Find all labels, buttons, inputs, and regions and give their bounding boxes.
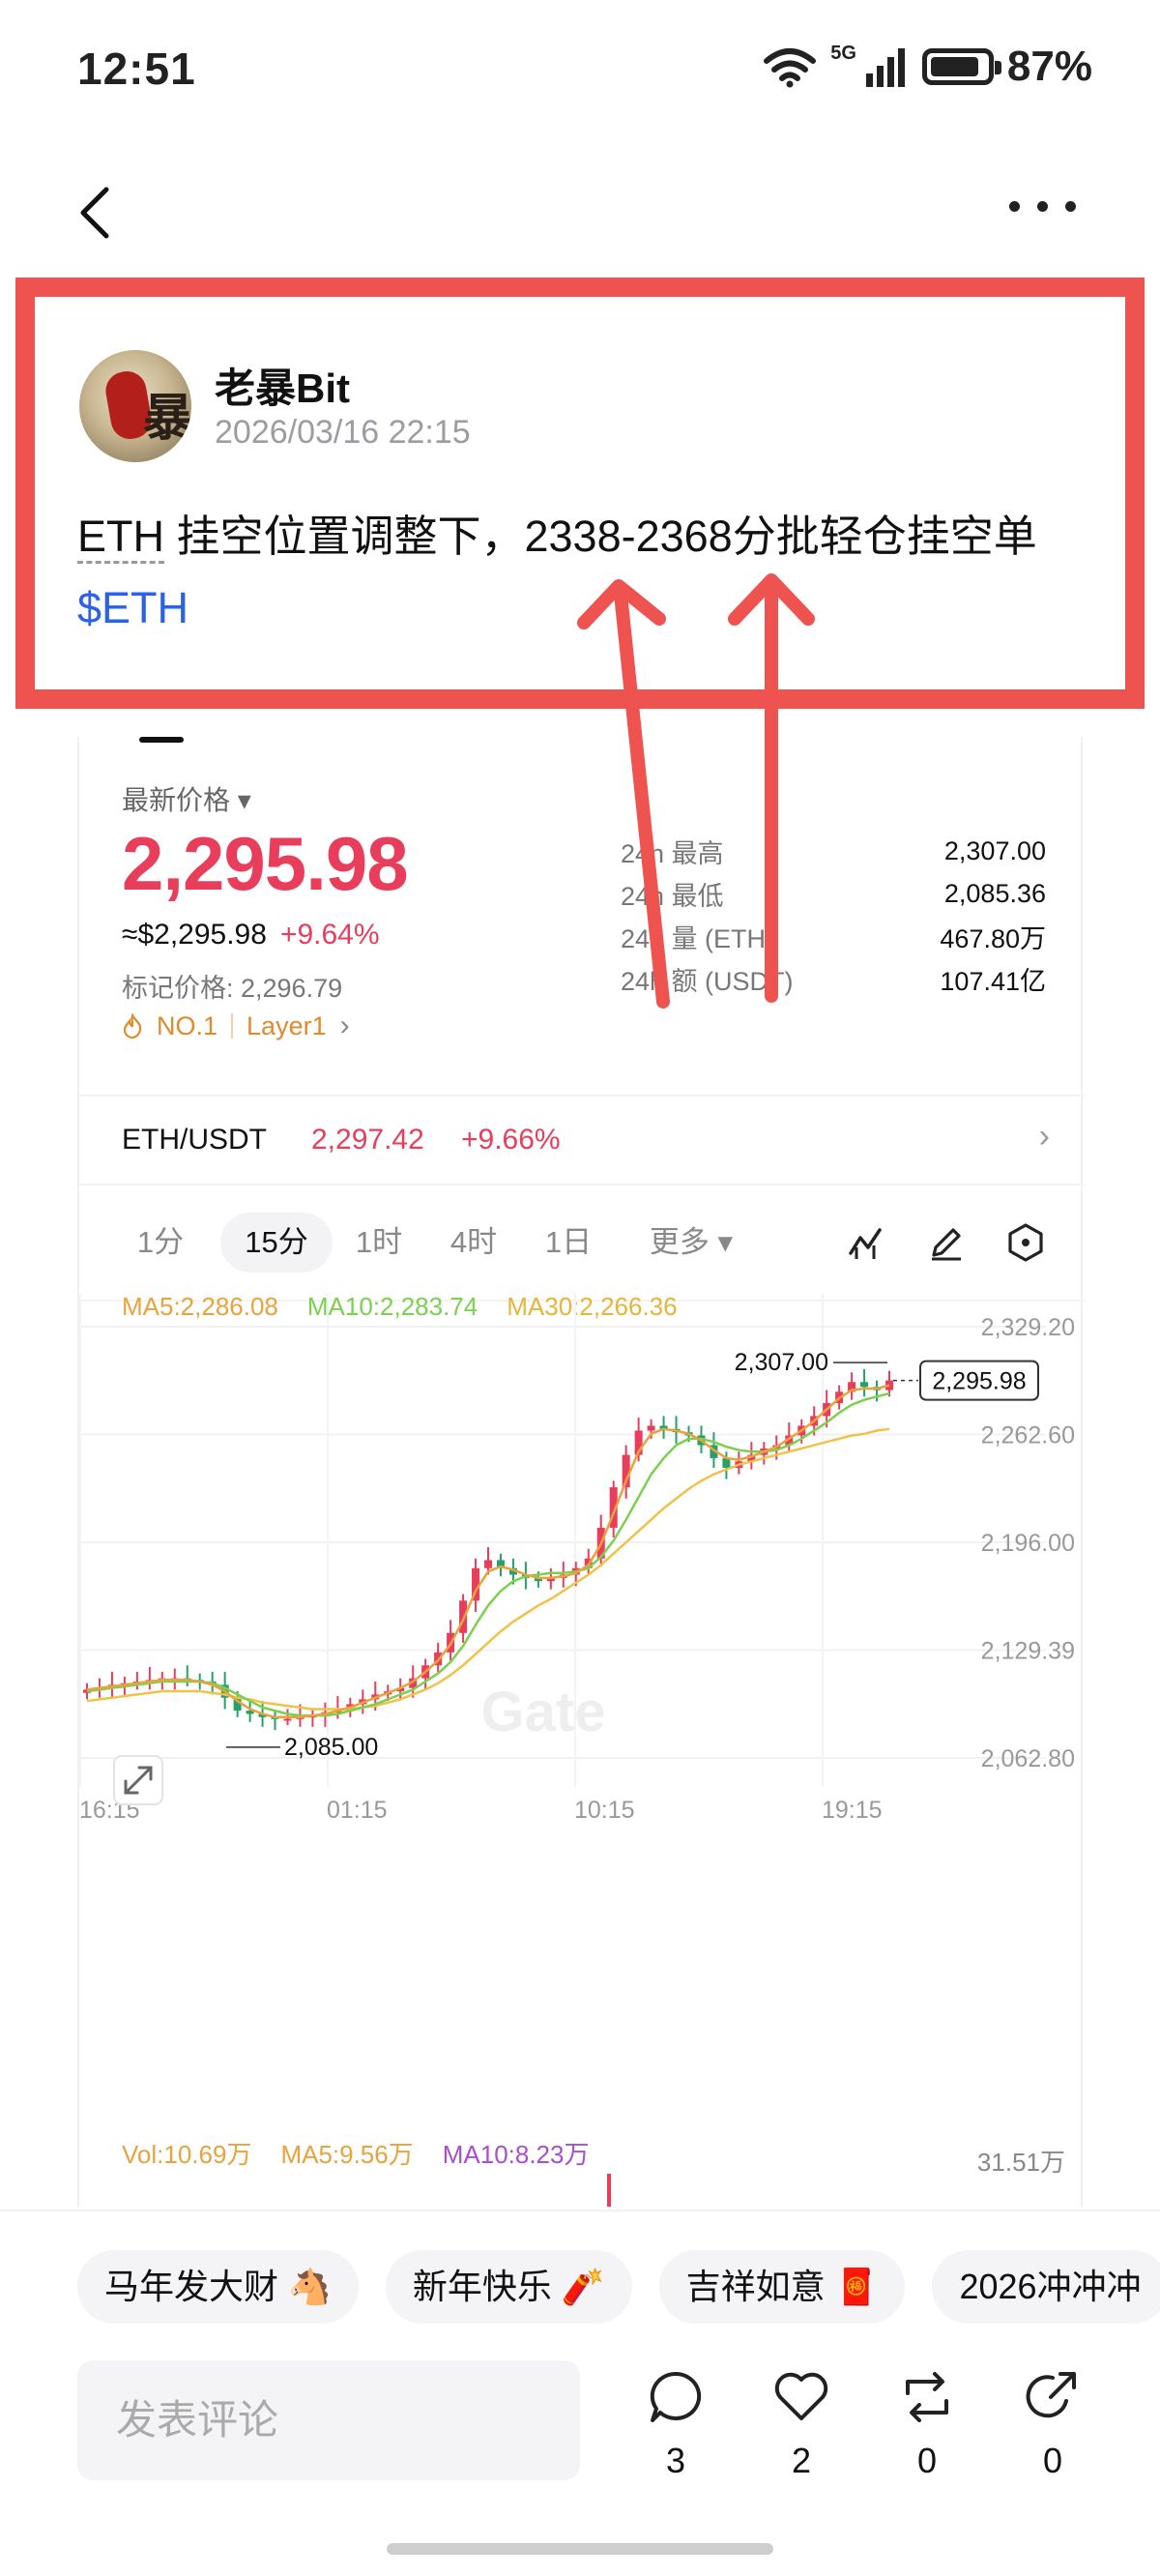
post-text: ETH 挂空位置调整下，2338-2368分批轻仓挂空单 $ETH [77, 501, 1121, 644]
pair-change: +9.66% [461, 1124, 561, 1156]
heart-icon [774, 2372, 828, 2420]
more-options-icon[interactable] [1009, 197, 1077, 217]
usd-price-line: ≈$2,295.98 +9.64% [122, 919, 380, 951]
battery-percent: 87% [1006, 43, 1092, 90]
mark-price: 标记价格: 2,296.79 [122, 974, 343, 1003]
stat-row: 24h 量 (ETH) 467.80万 [621, 923, 1046, 953]
category-label: Layer1 [246, 1010, 327, 1040]
latest-price-label[interactable]: 最新价格 ▾ [122, 779, 251, 818]
like-button[interactable]: 2 [758, 2368, 845, 2481]
repost-button[interactable]: 0 [884, 2368, 971, 2481]
drag-handle[interactable] [139, 737, 184, 743]
status-bar: 12:51 5G 87% [0, 0, 1160, 145]
y-tick-label: 2,129.39 [981, 1638, 1075, 1665]
price-chart[interactable]: Gate 2,329.20 2,262.60 2,196.00 2,129.39 2,0… [79, 1284, 1085, 1913]
quick-tag[interactable]: 新年快乐 🧨 [385, 2250, 632, 2324]
pair-name: ETH/USDT [122, 1124, 267, 1156]
more-intervals-dropdown[interactable]: 更多 ▾ [628, 1213, 754, 1273]
x-tick-label: 10:15 [574, 1797, 635, 1824]
chevron-right-icon: › [1038, 1118, 1050, 1155]
quick-tag[interactable]: 吉祥如意 🧧 [658, 2250, 906, 2324]
status-icons: 5G 87% [763, 43, 1092, 91]
avatar[interactable]: 暴 [79, 350, 191, 462]
comment-icon [650, 2371, 702, 2422]
vol-label: Vol:10.69万 [122, 2140, 252, 2169]
network-label: 5G [830, 42, 856, 64]
quick-reply-tags: 马年发大财 🐴 新年快乐 🧨 吉祥如意 🧧 2026冲冲冲 [77, 2250, 1160, 2324]
comment-input[interactable]: 发表评论 [77, 2360, 580, 2480]
y-tick-label: 2,062.80 [981, 1745, 1075, 1772]
y-tick-label: 2,262.60 [981, 1422, 1075, 1449]
last-price-label: 2,295.98 [932, 1368, 1026, 1395]
comment-count: 3 [665, 2441, 686, 2480]
draw-pen-icon[interactable] [926, 1222, 967, 1263]
stat-row: 24h 额 (USDT) 107.41亿 [621, 966, 1046, 996]
low-price-label: 2,085.00 [284, 1734, 378, 1761]
y-tick-label: 2,196.00 [981, 1530, 1075, 1557]
cashtag-link[interactable]: $ETH [77, 583, 188, 632]
stat-row: 24h 最高 2,307.00 [621, 835, 1046, 868]
x-tick-label: 19:15 [822, 1797, 883, 1824]
y-tick-label: 2,329.20 [981, 1314, 1075, 1341]
x-tick-label: 01:15 [327, 1797, 388, 1824]
expand-icon[interactable] [113, 1755, 163, 1805]
post-timestamp: 2026/03/16 22:15 [215, 414, 471, 451]
chart-watermark: Gate [481, 1681, 606, 1743]
signal-icon [865, 48, 905, 87]
pair-price: 2,297.42 [311, 1124, 424, 1156]
battery-icon [921, 48, 1001, 85]
quick-tag[interactable]: 2026冲冲冲 [932, 2250, 1160, 2324]
share-button[interactable]: 0 [1009, 2368, 1096, 2481]
post-body: 挂空位置调整下，2338-2368分批轻仓挂空单 [164, 512, 1037, 561]
stat-row: 24h 最低 2,085.36 [621, 878, 1046, 911]
author-name[interactable]: 老暴Bit [215, 356, 350, 415]
wifi-icon [764, 48, 817, 88]
candle [860, 1382, 869, 1388]
back-arrow-icon[interactable] [73, 184, 116, 242]
chevron-right-icon: › [339, 1010, 350, 1041]
latest-price: 2,295.98 [122, 821, 409, 906]
bottom-bar: 马年发大财 🐴 新年快乐 🧨 吉祥如意 🧧 2026冲冲冲 发表评论 3 2 0… [0, 2210, 1160, 2576]
comment-button[interactable]: 3 [632, 2368, 719, 2481]
high-price-label: 2,307.00 [735, 1349, 828, 1376]
price-change: +9.64% [279, 919, 380, 951]
flame-icon [123, 1013, 142, 1039]
quick-tag[interactable]: 马年发大财 🐴 [77, 2250, 359, 2324]
nav-bar [0, 155, 1160, 261]
tab-interval-15m[interactable]: 15分 [220, 1213, 333, 1273]
vol-ma10-label: MA10:8.23万 [442, 2140, 590, 2169]
usd-price: ≈$2,295.98 [122, 919, 267, 951]
like-count: 2 [791, 2441, 812, 2480]
rank-label: NO.1 [157, 1010, 218, 1040]
tab-interval-1m[interactable]: 1分 [122, 1213, 199, 1273]
volume-bar [607, 2174, 611, 2207]
home-indicator [387, 2543, 773, 2555]
repost-count: 0 [916, 2441, 938, 2480]
market-card: 最新价格 ▾ 2,295.98 ≈$2,295.98 +9.64% 标记价格: 2… [77, 737, 1085, 2207]
indicator-icon[interactable] [847, 1222, 887, 1263]
volume-axis-max: 31.51万 [976, 2148, 1065, 2177]
pair-row[interactable]: ETH/USDT 2,297.42 +9.66% › [79, 1095, 1085, 1186]
ticker-tag[interactable]: ETH [77, 512, 164, 564]
share-icon [1026, 2372, 1076, 2418]
status-time: 12:51 [77, 44, 196, 94]
volume-legend: Vol:10.69万 MA5:9.56万 MA10:8.23万 [122, 2135, 589, 2171]
vol-ma5-label: MA5:9.56万 [280, 2140, 414, 2169]
settings-hexagon-icon[interactable] [1005, 1222, 1046, 1263]
stats-table: 24h 最高 2,307.00 24h 最低 2,085.36 24h 量 (ETH… [621, 830, 1046, 1000]
rank-row[interactable]: NO.1 Layer1 › [122, 1010, 350, 1042]
repost-icon [906, 2372, 948, 2422]
candle [484, 1560, 492, 1568]
tab-interval-4h[interactable]: 4时 [435, 1213, 512, 1273]
share-count: 0 [1042, 2441, 1063, 2480]
post: 暴 老暴Bit 2026/03/16 22:15 ETH 挂空位置调整下，233… [23, 280, 1160, 704]
candle [647, 1425, 655, 1431]
tab-interval-1d[interactable]: 1日 [530, 1213, 607, 1273]
candle [283, 1718, 292, 1721]
tab-interval-1h[interactable]: 1时 [340, 1213, 418, 1273]
